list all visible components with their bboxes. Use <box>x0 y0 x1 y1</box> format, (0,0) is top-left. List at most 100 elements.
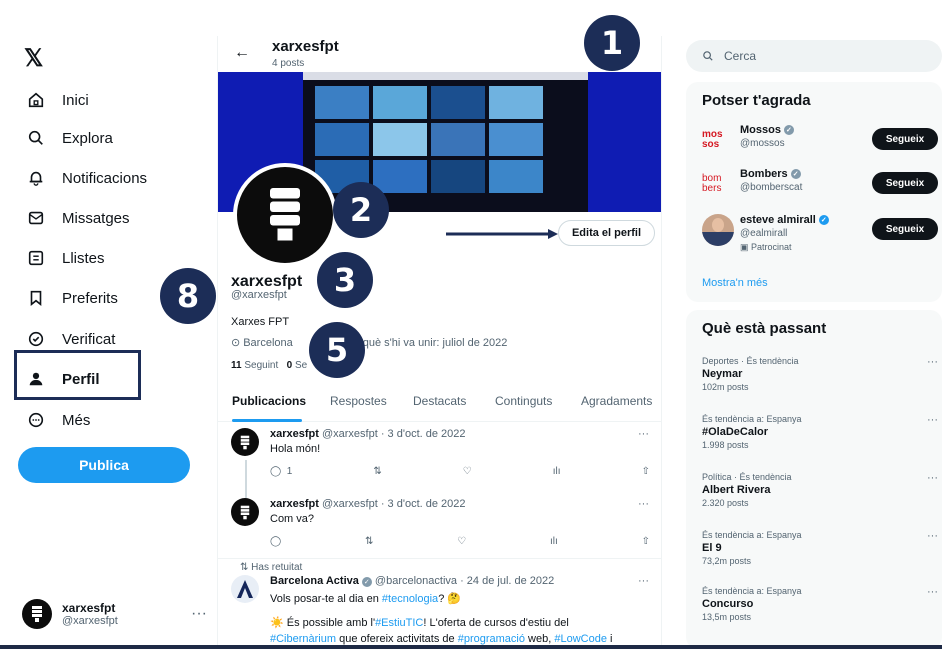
profile-tabs: Publicacions Respostes Destacats Conting… <box>218 386 661 422</box>
reply-icon: ◯ <box>270 466 282 477</box>
tweet-text-part: Vols posar-te al dia en <box>270 593 382 605</box>
account-switcher[interactable]: xarxesfpt @xarxesfpt ··· <box>22 596 207 632</box>
trend-title: #OlaDeCalor <box>702 426 769 438</box>
trend-more-icon[interactable]: ··· <box>927 414 938 426</box>
trend-count: 13,5m posts <box>702 612 752 622</box>
right-column: Cerca Potser t'agrada mos sos Mossos ✓ @mo… <box>686 36 942 649</box>
suggestion-name: Mossos <box>740 124 781 136</box>
verified-badge-icon: ✓ <box>790 169 801 179</box>
list-icon <box>26 248 46 268</box>
tweet[interactable]: xarxesfpt @xarxesfpt · 3 d'oct. de 2022 … <box>218 498 661 564</box>
followers-label[interactable]: Se <box>295 360 307 371</box>
avatar <box>231 498 259 526</box>
back-arrow-icon[interactable]: ← <box>234 44 250 62</box>
tweet-header: xarxesfpt @xarxesfpt · 3 d'oct. de 2022 <box>270 428 466 440</box>
trends-title: Què està passant <box>702 320 827 337</box>
sidebar-item-inici[interactable]: Inici <box>26 86 89 114</box>
trend-more-icon[interactable]: ··· <box>927 356 938 368</box>
tweet-more-icon[interactable]: ··· <box>638 498 649 510</box>
trend-item[interactable]: Deportes · És tendència Neymar 102m post… <box>702 356 942 392</box>
lightbulb-icon <box>32 606 42 622</box>
tab-destacats[interactable]: Destacats <box>413 394 466 408</box>
follow-button[interactable]: Segueix <box>872 128 938 150</box>
trend-item[interactable]: És tendència a: Espanya El 9 73,2m posts… <box>702 530 942 566</box>
suggestion-mossos[interactable]: mos sos Mossos ✓ @mossos Segueix <box>702 124 942 164</box>
sidebar-item-notificacions[interactable]: Notificacions <box>26 164 147 192</box>
sidebar-item-label: Notificacions <box>62 169 148 187</box>
retweet-icon: ⇅ <box>240 562 249 573</box>
profile-location: Barcelona <box>243 336 293 349</box>
sidebar-item-llistes[interactable]: Llistes <box>26 244 105 272</box>
account-name: xarxesfpt <box>62 601 116 615</box>
trend-item[interactable]: És tendència a: Espanya Concurso 13,5m p… <box>702 586 942 622</box>
tab-publicacions[interactable]: Publicacions <box>232 394 306 408</box>
hashtag-link[interactable]: #LowCode <box>554 633 607 645</box>
lightbulb-icon <box>270 188 300 241</box>
trend-item[interactable]: És tendència a: Espanya #OlaDeCalor 1.99… <box>702 414 942 450</box>
trend-more-icon[interactable]: ··· <box>927 472 938 484</box>
active-tab-indicator <box>232 419 302 422</box>
follow-button[interactable]: Segueix <box>872 172 938 194</box>
sidebar-item-label: Verificat <box>62 330 116 348</box>
hashtag-link[interactable]: #tecnologia <box>382 593 438 605</box>
sidebar-item-preferits[interactable]: Preferits <box>26 284 118 312</box>
tweet-more-icon[interactable]: ··· <box>638 575 649 587</box>
tweet-header: xarxesfpt @xarxesfpt · 3 d'oct. de 2022 <box>270 498 466 510</box>
hashtag-link[interactable]: #EstiuTIC <box>375 617 423 629</box>
share-icon[interactable]: ⇧ <box>642 536 650 547</box>
profile-avatar[interactable] <box>233 163 337 267</box>
tweet-more-icon[interactable]: ··· <box>638 428 649 440</box>
sidebar-item-label: Preferits <box>62 289 118 307</box>
account-more-icon[interactable]: ··· <box>191 605 207 623</box>
like-icon[interactable]: ♡ <box>457 536 466 547</box>
x-logo-icon[interactable]: 𝕏 <box>24 44 43 73</box>
sidebar-item-verificat[interactable]: Verificat <box>26 325 115 353</box>
tweet-text-part: ? 🤔 <box>438 593 462 605</box>
sidebar-item-perfil[interactable]: Perfil <box>26 365 100 393</box>
following-label[interactable]: Seguint <box>244 360 278 371</box>
sidebar-item-mes[interactable]: Més <box>26 406 90 434</box>
page-title: xarxesfpt <box>272 38 339 55</box>
suggestion-handle: @bomberscat <box>740 182 803 193</box>
retweet-icon[interactable]: ⇅ <box>373 466 381 477</box>
reply-button[interactable]: ◯ 1 <box>270 466 292 477</box>
show-more-link[interactable]: Mostra'n més <box>702 277 768 289</box>
tweet[interactable]: ⇅ Has retuitat Barcelona Activa ✓ @barcel… <box>218 562 661 649</box>
tweet-text-part: ☀️ És possible amb l' <box>270 617 376 629</box>
suggestion-esteve-almirall[interactable]: esteve almirall ✓ @ealmirall ▣ Patrocinat… <box>702 214 942 264</box>
views-icon[interactable]: ılı <box>553 466 561 477</box>
tab-respostes[interactable]: Respostes <box>330 394 387 408</box>
like-icon[interactable]: ♡ <box>463 466 472 477</box>
sidebar-item-explora[interactable]: Explora <box>26 124 113 152</box>
sidebar-item-missatges[interactable]: Missatges <box>26 204 130 232</box>
tweet-author[interactable]: xarxesfpt <box>270 498 319 510</box>
trend-title: Albert Rivera <box>702 484 771 496</box>
trend-context: Deportes · És tendència <box>702 356 799 366</box>
envelope-icon <box>26 208 46 228</box>
hashtag-link[interactable]: #Cibernàrium <box>270 633 336 645</box>
tab-continguts[interactable]: Continguts <box>495 394 552 408</box>
tab-agradaments[interactable]: Agradaments <box>581 394 652 408</box>
suggestion-bombers[interactable]: bom bers Bombers ✓ @bomberscat Segueix <box>702 168 942 208</box>
tweet-text-part: i <box>606 633 613 645</box>
hashtag-link[interactable]: #programació <box>458 633 525 645</box>
trend-more-icon[interactable]: ··· <box>927 530 938 542</box>
reply-icon[interactable]: ◯ <box>270 536 281 547</box>
tweet[interactable]: xarxesfpt @xarxesfpt · 3 d'oct. de 2022 … <box>218 428 661 498</box>
tweet-text-part: web, <box>524 633 555 645</box>
views-icon[interactable]: ılı <box>550 536 558 547</box>
tweet-text-part: que ofereix activitats de <box>336 633 458 645</box>
edit-profile-button[interactable]: Edita el perfil <box>558 220 655 246</box>
tweet-author[interactable]: Barcelona Activa <box>270 575 359 587</box>
share-icon[interactable]: ⇧ <box>642 466 650 477</box>
tweet-author[interactable]: xarxesfpt <box>270 428 319 440</box>
retweet-icon[interactable]: ⇅ <box>365 536 373 547</box>
search-input[interactable]: Cerca <box>686 40 942 72</box>
trend-item[interactable]: Política · És tendència Albert Rivera 2.… <box>702 472 942 508</box>
trend-more-icon[interactable]: ··· <box>927 586 938 598</box>
annotation-marker-5: 5 <box>309 322 365 378</box>
suggestion-handle: @mossos <box>740 138 785 149</box>
mossos-logo-icon: mos sos <box>702 129 723 150</box>
post-button[interactable]: Publica <box>18 447 190 483</box>
follow-button[interactable]: Segueix <box>872 218 938 240</box>
